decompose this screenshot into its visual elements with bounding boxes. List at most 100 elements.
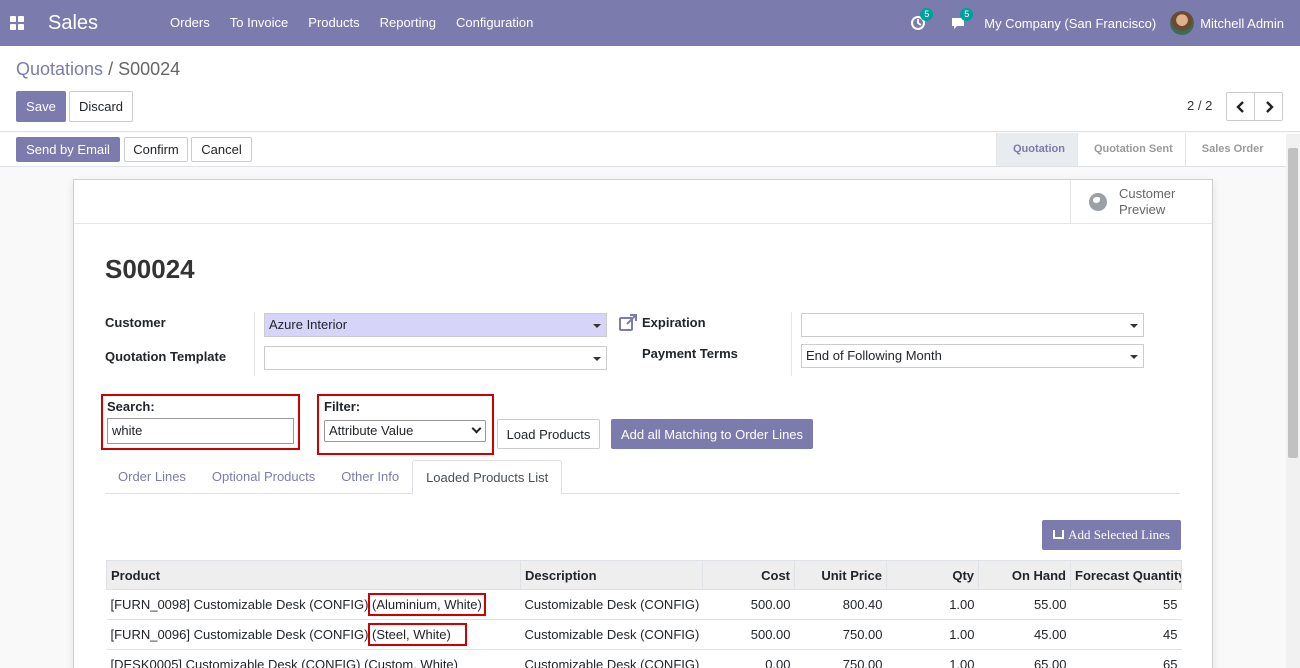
pager-previous-button[interactable] <box>1226 92 1255 121</box>
qty-cell: 1.00 <box>886 649 979 668</box>
field-divider <box>254 312 255 376</box>
filter-label: Filter: <box>324 399 361 414</box>
form-sheet: Customer Preview S00024 Customer Quotati… <box>73 179 1213 668</box>
tab-optional-products[interactable]: Optional Products <box>199 460 328 493</box>
tab-other-info[interactable]: Other Info <box>328 460 412 493</box>
stage-quotation-sent[interactable]: Quotation Sent <box>1076 133 1185 166</box>
product-name: [DESK0005] Customizable Desk (CONFIG) <box>110 657 361 668</box>
main-menu: Orders To Invoice Products Reporting Con… <box>160 0 543 46</box>
product-cell: [FURN_0096] Customizable Desk (CONFIG) (… <box>106 619 521 650</box>
breadcrumb-quotations-link[interactable]: Quotations <box>16 59 103 79</box>
tab-order-lines[interactable]: Order Lines <box>105 460 199 493</box>
cancel-button[interactable]: Cancel <box>191 137 252 162</box>
menu-to-invoice[interactable]: To Invoice <box>220 0 299 46</box>
description-cell: Customizable Desk (CONFIG) <box>520 649 703 668</box>
quotation-template-label: Quotation Template <box>105 349 227 364</box>
preview-label-line2: Preview <box>1119 202 1166 217</box>
expiration-dropdown-caret-icon[interactable] <box>1130 324 1138 328</box>
on-hand-cell: 65.00 <box>978 649 1071 668</box>
send-by-email-button[interactable]: Send by Email <box>16 137 120 162</box>
unit-price-cell: 750.00 <box>794 649 887 668</box>
column-header-qty[interactable]: Qty <box>886 560 979 590</box>
product-cell: [FURN_0098] Customizable Desk (CONFIG) (… <box>106 589 521 620</box>
variant-highlight: (Steel, White) <box>368 623 467 646</box>
activity-clock-icon[interactable]: 5 <box>910 8 934 31</box>
navbar-systray: 5 5 My Company (San Francisco) Mitchell … <box>898 0 1300 46</box>
column-header-product[interactable]: Product <box>106 560 521 590</box>
chevron-right-icon <box>1265 100 1274 113</box>
payment-terms-caret-icon[interactable] <box>1130 355 1138 359</box>
form-view: Customer Preview S00024 Customer Quotati… <box>0 168 1286 668</box>
form-statusbar: Send by Email Confirm Cancel Quotation Q… <box>0 133 1300 167</box>
external-link-icon[interactable] <box>618 313 638 333</box>
discard-button[interactable]: Discard <box>69 91 133 122</box>
product-variant: (Custom, White) <box>364 657 458 668</box>
scrollbar-thumb[interactable] <box>1288 148 1298 458</box>
stage-pipeline: Quotation Quotation Sent Sales Order <box>996 133 1276 166</box>
user-avatar[interactable] <box>1170 11 1195 35</box>
product-cell: [DESK0005] Customizable Desk (CONFIG) (C… <box>106 649 521 668</box>
forecast-cell: 45 <box>1070 619 1182 650</box>
description-cell: Customizable Desk (CONFIG) <box>520 589 703 620</box>
filter-select[interactable]: Attribute Value <box>324 420 486 442</box>
activity-count-badge: 5 <box>920 8 934 21</box>
customer-dropdown-caret-icon[interactable] <box>593 324 601 328</box>
user-menu[interactable]: Mitchell Admin <box>1200 16 1284 31</box>
add-selected-lines-label: Add Selected Lines <box>1068 527 1170 542</box>
table-row[interactable]: [FURN_0096] Customizable Desk (CONFIG) (… <box>106 619 1182 650</box>
column-header-unit-price[interactable]: Unit Price <box>794 560 887 590</box>
quotation-template-field[interactable] <box>264 346 607 370</box>
search-input[interactable]: white <box>107 418 294 444</box>
payment-terms-field[interactable]: End of Following Month <box>801 344 1144 368</box>
filter-selected-value: Attribute Value <box>329 423 414 438</box>
stage-quotation[interactable]: Quotation <box>996 133 1077 166</box>
add-selected-lines-button[interactable]: Add Selected Lines <box>1042 520 1181 550</box>
stage-sales-order[interactable]: Sales Order <box>1184 133 1276 166</box>
company-switcher[interactable]: My Company (San Francisco) <box>984 16 1156 31</box>
column-header-cost[interactable]: Cost <box>702 560 795 590</box>
messages-chat-icon[interactable]: 5 <box>950 8 974 31</box>
payment-terms-label: Payment Terms <box>642 346 738 361</box>
add-all-matching-button[interactable]: Add all Matching to Order Lines <box>611 419 813 449</box>
page-scrollbar[interactable] <box>1286 134 1300 668</box>
payment-terms-value: End of Following Month <box>806 348 942 363</box>
qty-cell: 1.00 <box>886 619 979 650</box>
customer-field[interactable]: Azure Interior <box>264 313 607 337</box>
control-panel: Quotations / S00024 Save Discard 2 / 2 <box>0 46 1300 132</box>
customer-label: Customer <box>105 315 166 330</box>
tab-loaded-products-list[interactable]: Loaded Products List <box>412 460 563 495</box>
menu-orders[interactable]: Orders <box>160 0 220 46</box>
variant-highlight: (Aluminium, White) <box>368 593 486 616</box>
column-header-description[interactable]: Description <box>520 560 703 590</box>
column-header-on-hand[interactable]: On Hand <box>978 560 1071 590</box>
breadcrumb: Quotations / S00024 <box>16 59 180 80</box>
cart-icon <box>1053 529 1065 539</box>
app-name[interactable]: Sales <box>48 12 136 35</box>
template-dropdown-caret-icon[interactable] <box>593 357 601 361</box>
pager-next-button[interactable] <box>1254 92 1283 121</box>
table-row[interactable]: [FURN_0098] Customizable Desk (CONFIG) (… <box>106 589 1182 620</box>
field-divider <box>791 312 792 376</box>
menu-products[interactable]: Products <box>298 0 369 46</box>
column-header-forecast-quantity[interactable]: Forecast Quantity <box>1070 560 1182 590</box>
cost-cell: 500.00 <box>702 589 795 620</box>
preview-label-line1: Customer <box>1119 186 1176 201</box>
forecast-cell: 55 <box>1070 589 1182 620</box>
table-row[interactable]: [DESK0005] Customizable Desk (CONFIG) (C… <box>106 649 1182 668</box>
smart-button-box: Customer Preview <box>74 180 1212 224</box>
forecast-cell: 65 <box>1070 649 1182 668</box>
menu-configuration[interactable]: Configuration <box>446 0 543 46</box>
breadcrumb-separator: / <box>108 59 114 79</box>
breadcrumb-current: S00024 <box>118 59 181 79</box>
product-name: [FURN_0096] Customizable Desk (CONFIG) <box>110 627 369 642</box>
load-products-button[interactable]: Load Products <box>497 419 600 449</box>
customer-preview-button[interactable]: Customer Preview <box>1070 180 1212 224</box>
on-hand-cell: 55.00 <box>978 589 1071 620</box>
description-cell: Customizable Desk (CONFIG) <box>520 619 703 650</box>
pager-counter[interactable]: 2 / 2 <box>1187 98 1212 113</box>
menu-reporting[interactable]: Reporting <box>370 0 446 46</box>
confirm-button[interactable]: Confirm <box>124 137 188 162</box>
save-button[interactable]: Save <box>16 91 66 122</box>
expiration-field[interactable] <box>801 313 1144 337</box>
apps-menu-icon[interactable] <box>10 16 24 30</box>
